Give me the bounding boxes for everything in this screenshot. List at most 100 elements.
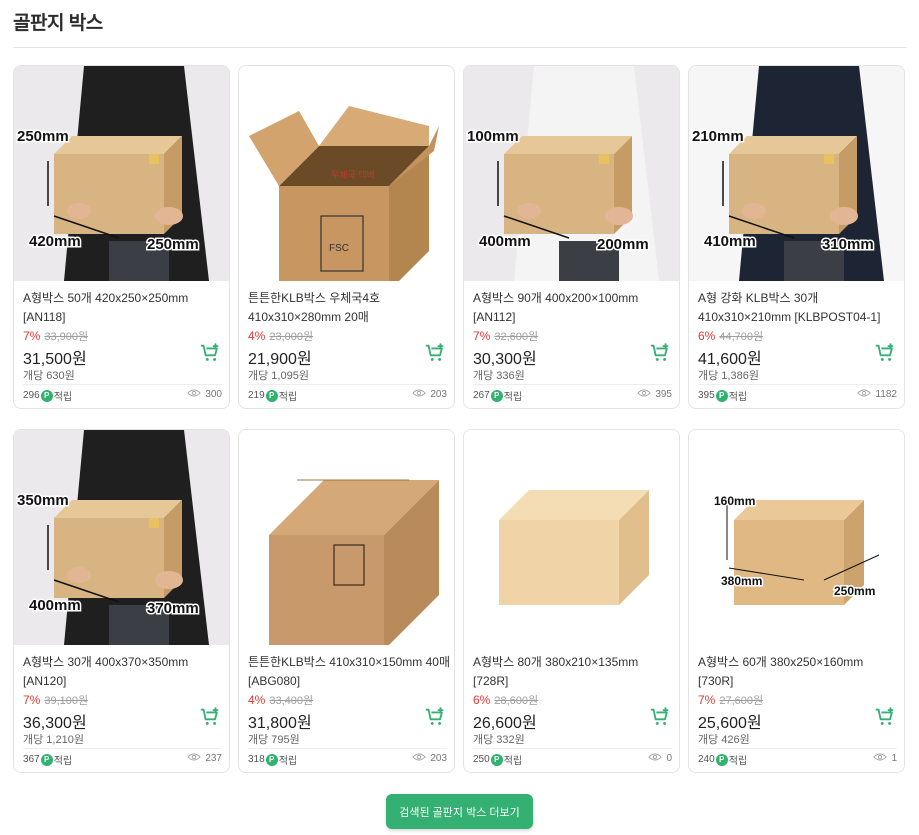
product-name[interactable]: A형박스 30개 400x370×350mm [AN120] [23,653,226,691]
view-count-value: 237 [205,753,222,764]
view-count: 237 [187,752,222,765]
svg-text:410mm: 410mm [704,233,756,250]
eye-icon [648,752,663,765]
add-to-cart-icon[interactable] [649,706,671,728]
discount-rate: 4% [248,329,266,343]
product-card[interactable]: 350mm 400mm 370mm A형박스 30개 400x370×350mm… [13,429,230,773]
product-image[interactable] [464,430,679,645]
discount-row: 7% 33,900원 [23,328,88,344]
svg-text:우체국 택배: 우체국 택배 [331,170,375,180]
product-image[interactable]: 100mm 400mm 200mm [464,66,679,281]
points-badge-icon: P [715,389,728,402]
eye-icon [187,388,202,401]
svg-text:200mm: 200mm [597,236,649,253]
discount-row: 7% 39,100원 [23,692,88,708]
svg-text:250mm: 250mm [17,128,69,145]
view-count: 300 [187,388,222,401]
eye-icon [857,388,872,401]
add-to-cart-icon[interactable] [424,706,446,728]
load-more-button[interactable]: 검색된 골판지 박스 더보기 [386,794,533,829]
points-value: 296 [23,390,40,401]
product-card[interactable]: 250mm 420mm 250mm A형박스 50개 420x250×250mm… [13,65,230,409]
card-divider [473,748,672,749]
svg-text:370mm: 370mm [147,600,199,617]
points: 267 P 적립 [473,388,522,403]
product-card[interactable]: A형박스 80개 380x210×135mm [728R] 6% 28,600원 … [463,429,680,773]
product-name[interactable]: A형박스 60개 380x250×160mm [730R] [698,653,901,691]
points-label: 적립 [503,756,523,767]
original-price: 27,600원 [719,695,764,707]
unit-price: 개당 332원 [473,734,525,746]
product-image[interactable] [239,430,454,645]
card-divider [23,384,222,385]
product-card[interactable]: 210mm 410mm 310mm A형 강화 KLB박스 30개 410x31… [688,65,905,409]
sale-price: 31,500원 [23,351,87,368]
points-value: 267 [473,390,490,401]
eye-icon [412,388,427,401]
svg-text:400mm: 400mm [29,597,81,614]
points-label: 적립 [728,392,748,403]
original-price: 23,000원 [269,331,314,343]
product-card[interactable]: 160mm 380mm 250mm A형박스 60개 380x250×160mm… [688,429,905,773]
product-name[interactable]: A형 강화 KLB박스 30개 410x310×210mm [KLBPOST04… [698,289,901,327]
product-name[interactable]: A형박스 90개 400x200×100mm [AN112] [473,289,676,327]
sale-price: 25,600원 [698,715,762,732]
points: 296 P 적립 [23,388,72,403]
points: 219 P 적립 [248,388,297,403]
points: 367 P 적립 [23,752,72,767]
view-count: 203 [412,752,447,765]
product-image[interactable]: 210mm 410mm 310mm [689,66,904,281]
points-value: 219 [248,390,265,401]
svg-text:210mm: 210mm [692,128,744,145]
points-label: 적립 [728,756,748,767]
view-count-value: 0 [666,753,672,764]
sale-price: 41,600원 [698,351,762,368]
product-image[interactable]: 350mm 400mm 370mm [14,430,229,645]
points-badge-icon: P [490,753,503,766]
product-name[interactable]: A형박스 50개 420x250×250mm [AN118] [23,289,226,327]
discount-row: 4% 33,400원 [248,692,313,708]
product-card[interactable]: 튼튼한KLB박스 410x310×150mm 40매 [ABG080] 4% 33… [238,429,455,773]
discount-rate: 4% [248,693,266,707]
add-to-cart-icon[interactable] [199,706,221,728]
product-card[interactable]: FSC 우체국 택배 튼튼한KLB박스 우체국4호 410x310×280mm … [238,65,455,409]
view-count-value: 203 [430,753,447,764]
card-footer: 296 P 적립 300 [23,388,222,404]
card-divider [23,748,222,749]
points-badge-icon: P [265,753,278,766]
unit-price: 개당 1,386원 [698,370,759,382]
view-count: 0 [648,752,672,765]
card-footer: 267 P 적립 395 [473,388,672,404]
product-image[interactable]: 160mm 380mm 250mm [689,430,904,645]
svg-text:380mm: 380mm [721,574,762,588]
svg-text:160mm: 160mm [714,494,755,508]
product-image[interactable]: FSC 우체국 택배 [239,66,454,281]
discount-rate: 7% [473,329,491,343]
points: 240 P 적립 [698,752,747,767]
add-to-cart-icon[interactable] [874,342,896,364]
product-name[interactable]: A형박스 80개 380x210×135mm [728R] [473,653,676,691]
svg-text:100mm: 100mm [467,128,519,145]
add-to-cart-icon[interactable] [874,706,896,728]
original-price: 33,900원 [44,331,89,343]
card-footer: 240 P 적립 1 [698,752,897,768]
svg-text:250mm: 250mm [834,584,875,598]
product-name[interactable]: 튼튼한KLB박스 우체국4호 410x310×280mm 20매 [248,289,451,327]
product-card[interactable]: 100mm 400mm 200mm A형박스 90개 400x200×100mm… [463,65,680,409]
card-footer: 219 P 적립 203 [248,388,447,404]
product-name[interactable]: 튼튼한KLB박스 410x310×150mm 40매 [ABG080] [248,653,451,691]
discount-row: 6% 44,700원 [698,328,763,344]
product-image[interactable]: 250mm 420mm 250mm [14,66,229,281]
card-divider [698,748,897,749]
add-to-cart-icon[interactable] [649,342,671,364]
sale-price: 30,300원 [473,351,537,368]
view-count-value: 1182 [875,389,897,400]
unit-price: 개당 426원 [698,734,750,746]
card-footer: 250 P 적립 0 [473,752,672,768]
points-badge-icon: P [40,389,53,402]
add-to-cart-icon[interactable] [424,342,446,364]
points-value: 395 [698,390,715,401]
card-divider [248,384,447,385]
card-footer: 318 P 적립 203 [248,752,447,768]
add-to-cart-icon[interactable] [199,342,221,364]
